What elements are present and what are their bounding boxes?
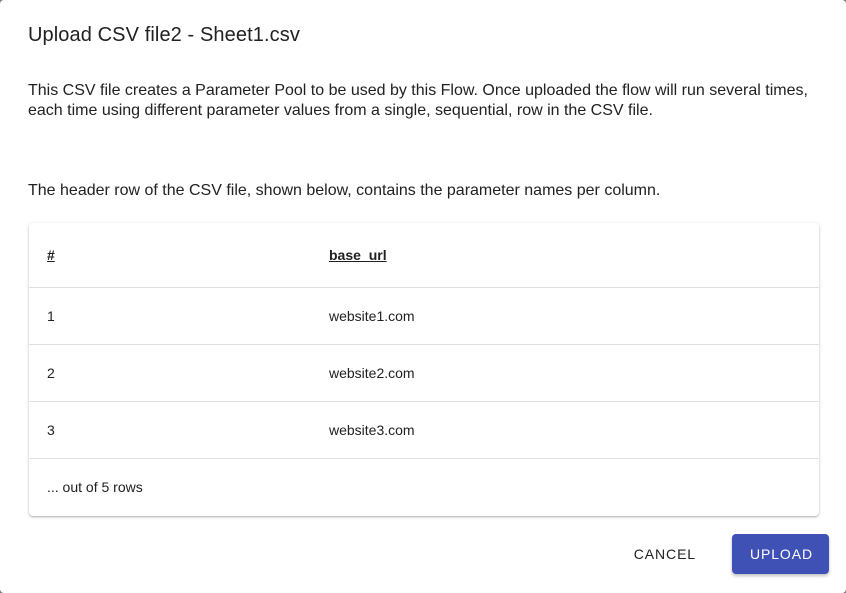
base-url-cell: website3.com: [311, 401, 819, 459]
header-row-note: The header row of the CSV file, shown be…: [28, 182, 661, 199]
cancel-button[interactable]: Cancel: [616, 534, 714, 574]
column-header-base-url[interactable]: base_url: [311, 223, 819, 288]
table-row: 1 website1.com: [29, 287, 819, 345]
upload-button[interactable]: Upload: [732, 534, 829, 574]
dialog-actions: Cancel Upload: [616, 534, 829, 574]
table-header-row: # base_url: [29, 223, 819, 288]
row-count-note: ... out of 5 rows: [47, 479, 143, 495]
base-url-cell: website1.com: [311, 287, 819, 345]
csv-preview-table: # base_url 1 website1.com 2 website2.com…: [29, 223, 819, 515]
base-url-cell: website2.com: [311, 344, 819, 402]
row-number-cell: 2: [29, 344, 311, 402]
table-row: 3 website3.com: [29, 401, 819, 459]
dialog-title: Upload CSV file2 - Sheet1.csv: [28, 24, 300, 46]
table-footer-row: ... out of 5 rows: [29, 459, 819, 516]
column-header-number[interactable]: #: [29, 223, 311, 288]
table-row: 2 website2.com: [29, 344, 819, 402]
dialog-description: This CSV file creates a Parameter Pool t…: [28, 82, 808, 119]
row-number-cell: 1: [29, 287, 311, 345]
upload-csv-dialog: Upload CSV file2 - Sheet1.csv This CSV f…: [0, 0, 846, 593]
row-number-cell: 3: [29, 401, 311, 459]
csv-preview-table-card: # base_url 1 website1.com 2 website2.com…: [29, 223, 819, 516]
